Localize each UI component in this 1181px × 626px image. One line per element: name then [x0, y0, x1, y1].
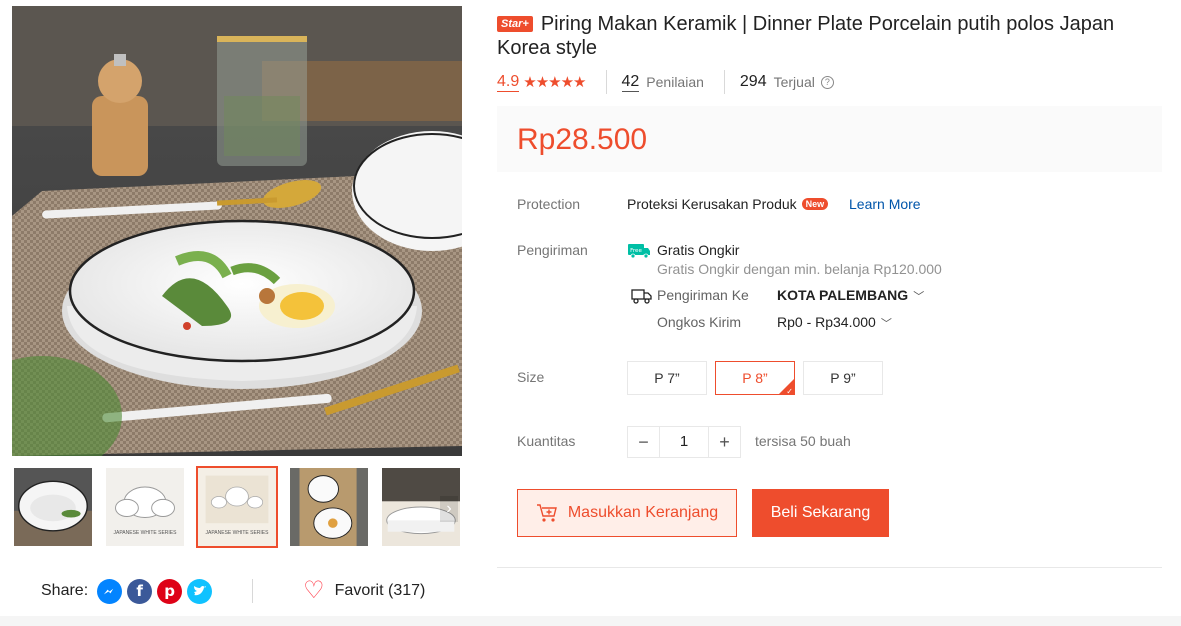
thumbnail-active[interactable]: JAPANESE WHITE SERIES: [196, 466, 278, 548]
thumbnail[interactable]: ›: [380, 466, 462, 548]
checkmark-icon: ✓: [786, 387, 793, 395]
quantity-decrease-button[interactable]: −: [628, 427, 659, 457]
stat-divider: [605, 70, 607, 94]
size-option[interactable]: P 7”: [627, 361, 707, 395]
thumbnail[interactable]: JAPANESE WHITE SERIES: [104, 466, 186, 548]
quantity-increase-button[interactable]: +: [709, 427, 740, 457]
messenger-icon[interactable]: [97, 578, 123, 604]
help-icon[interactable]: ?: [820, 75, 834, 89]
thumbnail-strip: JAPANESE WHITE SERIES JAPANESE WHITE SER…: [12, 466, 462, 548]
sold-label: Terjual: [773, 74, 815, 90]
thumbnail[interactable]: [288, 466, 370, 548]
shipping-cost-label: Ongkos Kirim: [657, 314, 742, 330]
rating-stars-icon: ★★★★★: [523, 74, 586, 91]
quantity-stepper: − 1 +: [627, 426, 741, 458]
star-plus-badge: Star+: [497, 16, 533, 32]
thumbnail-next-arrow[interactable]: ›: [440, 496, 458, 522]
page-bottom-band: [0, 616, 1181, 626]
thumbnail-image: [290, 468, 368, 546]
size-option[interactable]: P 9”: [803, 361, 883, 395]
thumbnail-caption: JAPANESE WHITE SERIES: [113, 530, 177, 536]
chevron-down-icon: ﹀: [913, 291, 925, 303]
add-to-cart-label: Masukkan Keranjang: [567, 504, 719, 521]
free-shipping-subtitle: Gratis Ongkir dengan min. belanja Rp120.…: [657, 261, 942, 277]
facebook-icon[interactable]: f: [127, 578, 153, 604]
size-label: Size: [517, 369, 545, 385]
shipping-label: Pengiriman: [517, 242, 588, 258]
product-main-image[interactable]: [12, 6, 462, 456]
rating-value[interactable]: 4.9: [497, 73, 520, 92]
new-badge: New: [801, 198, 829, 210]
favorite-button[interactable]: ♡ Favorit (317): [303, 579, 425, 603]
add-to-cart-button[interactable]: Masukkan Keranjang: [517, 489, 737, 537]
ship-to-label: Pengiriman Ke: [657, 287, 749, 303]
shipping-cost-dropdown[interactable]: Rp0 - Rp34.000 ﹀: [777, 314, 892, 331]
thumbnail-image: [14, 468, 92, 546]
free-shipping-title: Gratis Ongkir: [657, 242, 740, 258]
protection-info: Proteksi Kerusakan Produk New: [627, 196, 829, 212]
learn-more-link[interactable]: Learn More: [849, 196, 921, 212]
product-stats: 4.9 ★★★★★ 42 Penilaian 294 Terjual ?: [497, 70, 834, 94]
share-label: Share:: [41, 582, 89, 599]
heart-icon: ♡: [303, 577, 325, 604]
ship-to-value: KOTA PALEMBANG: [777, 287, 909, 303]
product-title-text: Piring Makan Keramik | Dinner Plate Porc…: [497, 13, 1115, 59]
quantity-input[interactable]: 1: [659, 427, 709, 457]
stock-remaining: tersisa 50 buah: [755, 433, 851, 449]
size-option-label: P 8”: [742, 370, 768, 386]
twitter-icon[interactable]: [187, 578, 213, 604]
free-shipping-icon: Free: [628, 244, 650, 259]
protection-text: Proteksi Kerusakan Produk: [627, 196, 797, 212]
share-row: Share: f p ♡ Favorit (317): [12, 576, 462, 606]
favorite-label: Favorit (317): [334, 582, 426, 599]
quantity-label: Kuantitas: [517, 433, 576, 449]
size-option-selected[interactable]: P 8” ✓: [715, 361, 795, 395]
thumbnail-caption: JAPANESE WHITE SERIES: [205, 530, 269, 536]
share-divider: [252, 579, 254, 603]
reviews-label: Penilaian: [646, 74, 704, 90]
chevron-down-icon: ﹀: [880, 318, 892, 330]
protection-label: Protection: [517, 196, 581, 212]
cart-icon: [536, 504, 557, 522]
shipping-cost-value: Rp0 - Rp34.000: [777, 314, 876, 330]
divider: [497, 567, 1162, 568]
ship-to-dropdown[interactable]: KOTA PALEMBANG ﹀: [777, 287, 924, 304]
truck-icon: [631, 289, 652, 304]
sold-count: 294: [739, 73, 767, 90]
buy-now-button[interactable]: Beli Sekarang: [752, 489, 889, 537]
product-price: Rp28.500: [517, 123, 648, 156]
reviews-count[interactable]: 42: [621, 73, 640, 92]
pinterest-icon[interactable]: p: [157, 578, 183, 604]
thumbnail[interactable]: [12, 466, 94, 548]
price-box: Rp28.500: [497, 106, 1162, 172]
free-badge-text: Free: [630, 248, 642, 254]
product-title: Star+ Piring Makan Keramik | Dinner Plate…: [497, 12, 1162, 60]
stat-divider: [723, 70, 725, 94]
plate-photo: [12, 6, 462, 456]
